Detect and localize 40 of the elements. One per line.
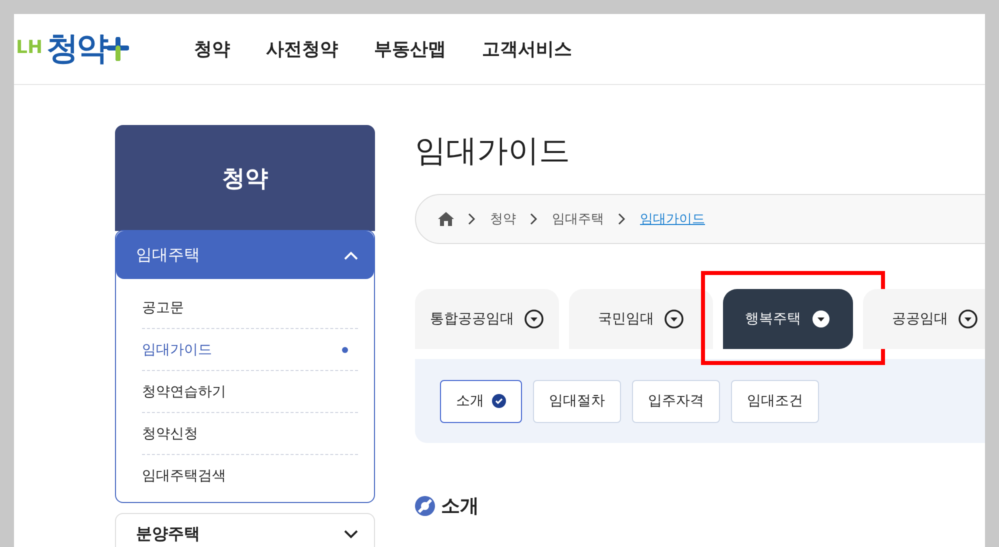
sidebar-item[interactable]: 임대주택검색 xyxy=(142,455,358,496)
tab[interactable]: 국민임대 xyxy=(569,289,713,349)
dropdown-circle-icon xyxy=(811,309,831,329)
nav-link[interactable]: 고객서비스 xyxy=(482,37,572,61)
breadcrumb-link[interactable]: 임대가이드 xyxy=(640,210,705,228)
tab[interactable]: 통합공공임대 xyxy=(415,289,559,349)
plus-icon xyxy=(106,37,129,61)
dropdown-circle-icon xyxy=(664,309,684,329)
sidebar-title: 청약 xyxy=(115,125,375,231)
nav-link[interactable]: 부동산맵 xyxy=(374,37,446,61)
logo-text[interactable]: 청약 xyxy=(46,27,107,71)
subtab-button[interactable]: 소개 xyxy=(440,380,522,422)
chevron-icon xyxy=(344,250,358,260)
dropdown-circle-icon xyxy=(524,309,544,329)
sidebar-section-header[interactable]: 임대주택 xyxy=(116,231,374,279)
home-icon[interactable] xyxy=(438,212,454,226)
chevron-right-icon xyxy=(618,213,626,225)
chevron-right-icon xyxy=(468,213,476,225)
sidebar-section-header[interactable]: 분양주택 xyxy=(116,514,374,547)
chevron-icon xyxy=(344,530,358,538)
section-bullet-icon xyxy=(415,496,435,516)
sidebar-item[interactable]: 청약연습하기 xyxy=(142,371,358,413)
subtab-button[interactable]: 임대조건 xyxy=(731,380,819,422)
page-title: 임대가이드 xyxy=(415,132,571,171)
sidebar-item[interactable]: 공고문 xyxy=(142,287,358,329)
check-circle-icon xyxy=(492,394,506,408)
subtab-button[interactable]: 입주자격 xyxy=(632,380,720,422)
selected-dot-icon xyxy=(342,346,348,352)
tab[interactable]: 행복주택 xyxy=(723,289,853,349)
section-heading: 소개 xyxy=(441,494,479,519)
chevron-right-icon xyxy=(530,213,538,225)
breadcrumb-link[interactable]: 임대주택 xyxy=(552,210,604,228)
dropdown-circle-icon xyxy=(958,309,978,329)
sidebar-item[interactable]: 청약신청 xyxy=(142,413,358,455)
subtab-button[interactable]: 임대절차 xyxy=(533,380,621,422)
tab[interactable]: 공공임대 xyxy=(863,289,985,349)
sidebar-item[interactable]: 임대가이드 xyxy=(142,329,358,371)
nav-link[interactable]: 청약 xyxy=(194,37,230,61)
nav-link[interactable]: 사전청약 xyxy=(266,37,338,61)
breadcrumb-link[interactable]: 청약 xyxy=(490,210,516,228)
